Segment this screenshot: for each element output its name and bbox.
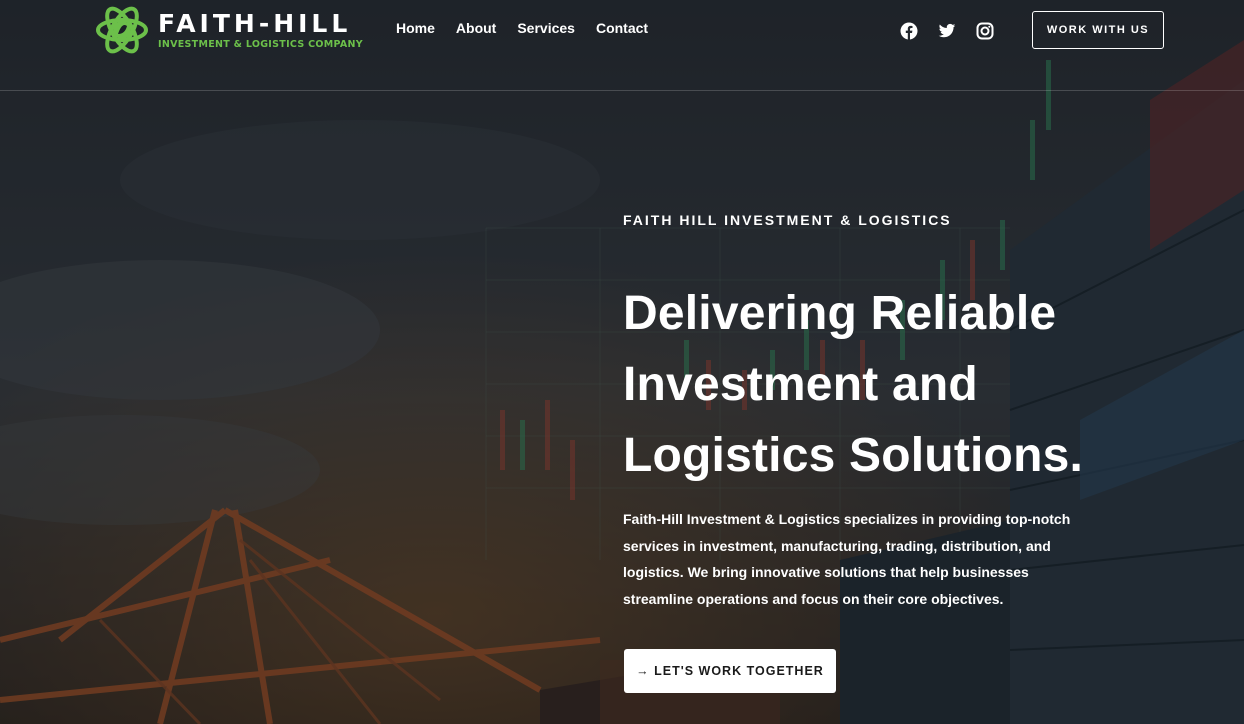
twitter-icon[interactable] [938, 22, 956, 40]
nav-item-services[interactable]: Services [517, 20, 575, 36]
hero-description: Faith-Hill Investment & Logistics specia… [623, 511, 1071, 607]
instagram-icon[interactable] [976, 22, 994, 40]
main-nav: Home About Services Contact [396, 20, 648, 36]
facebook-icon[interactable] [900, 22, 918, 40]
hero-eyebrow: FAITH HILL INVESTMENT & LOGISTICS [623, 212, 952, 228]
brand-logo[interactable]: FAITH-HILL INVESTMENT & LOGISTICS COMPAN… [94, 2, 363, 58]
site-header: FAITH-HILL INVESTMENT & LOGISTICS COMPAN… [0, 0, 1244, 91]
nav-item-about[interactable]: About [456, 20, 496, 36]
brand-name: FAITH-HILL [158, 8, 352, 38]
nav-item-contact[interactable]: Contact [596, 20, 648, 36]
work-with-us-button[interactable]: WORK WITH US [1032, 11, 1164, 49]
hero-headline: Delivering Reliable Investment and Logis… [623, 287, 1084, 482]
social-links [900, 22, 994, 40]
atom-leaf-logo-icon [96, 6, 148, 54]
brand-tagline: INVESTMENT & LOGISTICS COMPANY [158, 38, 363, 50]
nav-item-home[interactable]: Home [396, 20, 435, 36]
lets-work-together-button[interactable]: → LET'S WORK TOGETHER [624, 649, 836, 693]
